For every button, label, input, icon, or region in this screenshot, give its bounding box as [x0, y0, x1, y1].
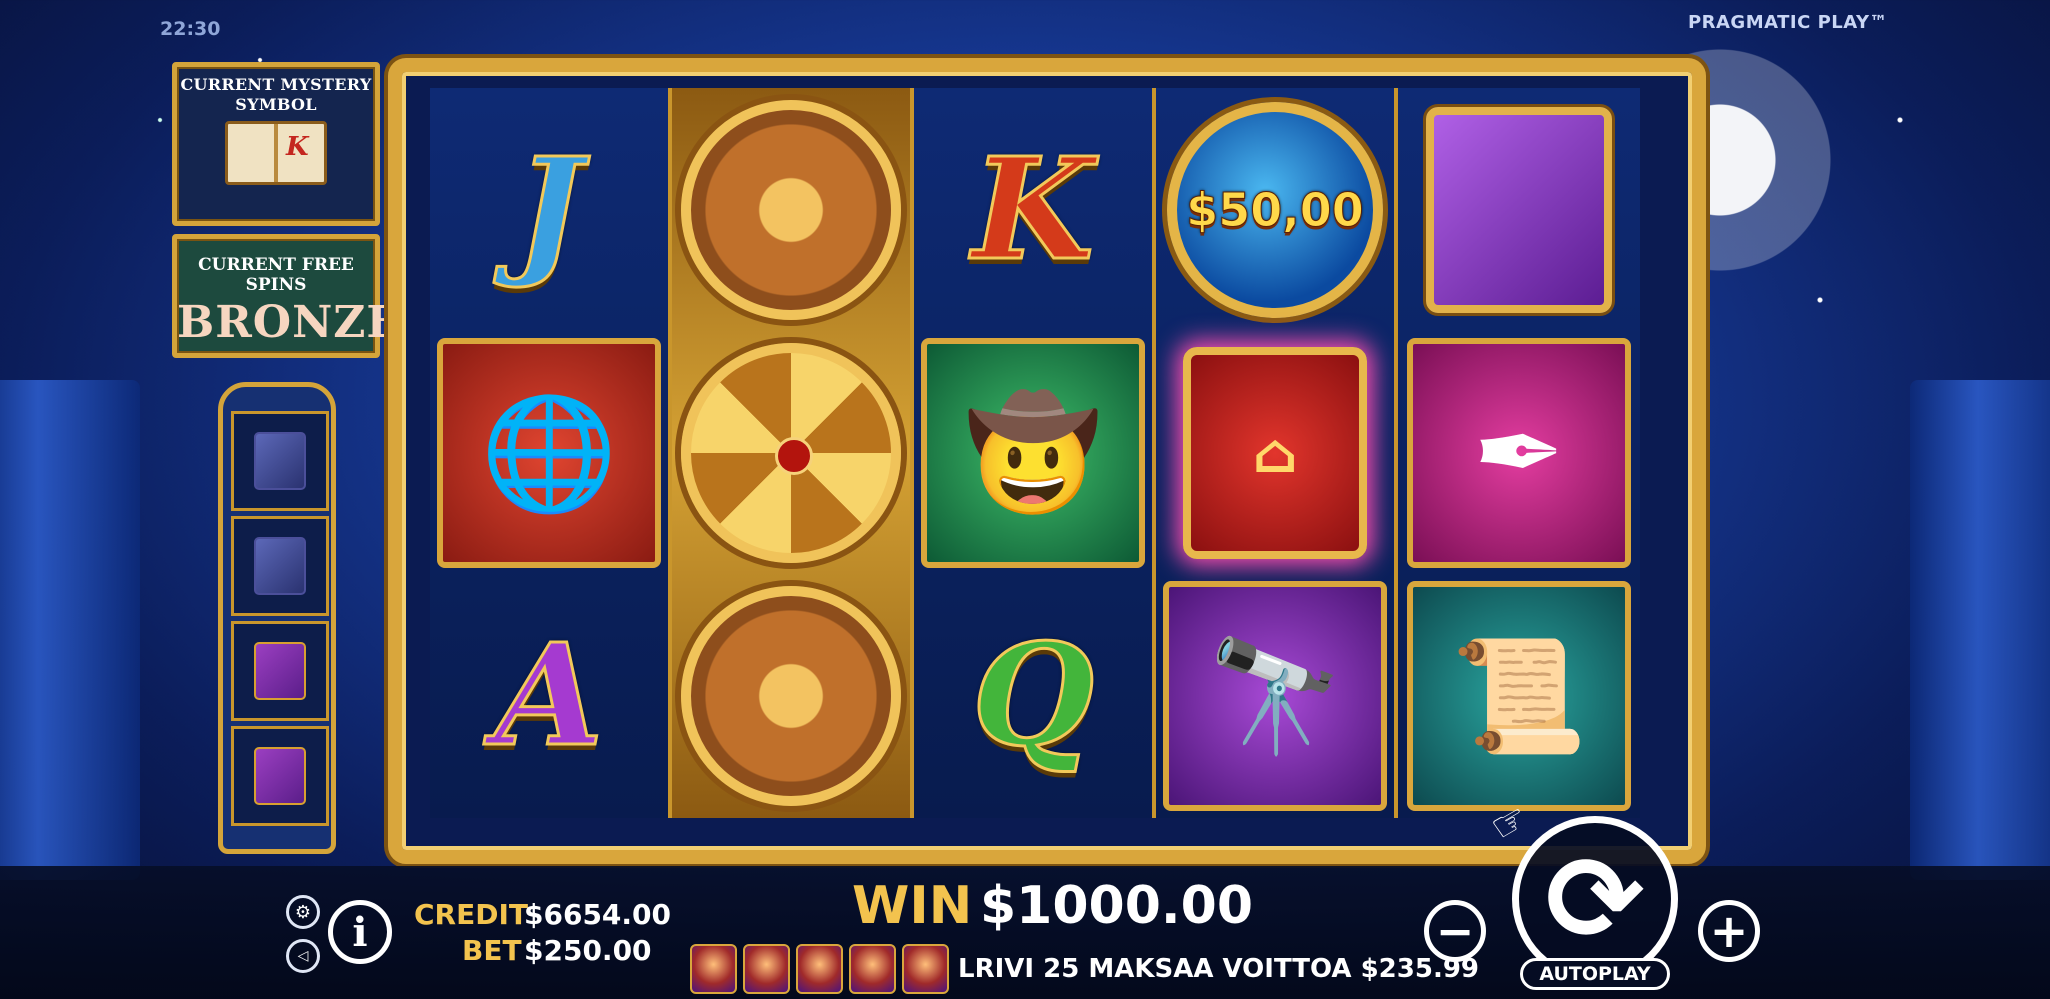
armillary-sphere-icon: 🌐	[437, 337, 661, 568]
left-pillar	[0, 380, 140, 880]
reel-3-cell-3: Q	[914, 575, 1152, 818]
reel-2-cell-3	[672, 575, 910, 818]
winning-symbols	[690, 944, 949, 994]
quill-inkwell-icon: ✒	[1407, 337, 1631, 568]
reel-4-cell-3: 🔭	[1156, 575, 1394, 818]
line-win-text: LRIVI 25 MAKSAA VOITTOA $235.99	[958, 954, 1480, 984]
tower-slot-3	[231, 621, 329, 721]
autoplay-button[interactable]: AUTOPLAY	[1520, 958, 1670, 990]
book-blue-icon	[254, 432, 306, 490]
reel-1: J 🌐 A	[430, 88, 672, 818]
compass-star-icon	[681, 342, 901, 563]
clock: 22:30	[160, 18, 221, 40]
book-blue-icon	[254, 537, 306, 595]
reel-5-cell-1	[1398, 88, 1640, 331]
book-gold-icon	[254, 642, 306, 700]
reel-4: $50,00 ⌂ 🔭	[1156, 88, 1398, 818]
reel-4-cell-2: ⌂	[1156, 331, 1394, 574]
reel-5-cell-3: 📜	[1398, 575, 1640, 818]
wolf-symbol-icon	[690, 944, 737, 994]
symbol-q: Q	[971, 614, 1096, 779]
reel-3-cell-2: 🤠	[914, 331, 1152, 574]
credit-value: $6654.00	[524, 898, 672, 931]
red-book-icon: ⌂	[1183, 346, 1367, 559]
telescope-icon: 🔭	[1163, 581, 1387, 812]
spin-arrows-icon: ⟳	[1545, 830, 1645, 968]
mystery-book-icon: K	[225, 121, 327, 185]
win-value: $1000.00	[980, 876, 1254, 936]
reel-3: K 🤠 Q	[914, 88, 1156, 818]
free-spins-panel: CURRENT FREE SPINS BRONZE	[172, 234, 401, 358]
reel-1-cell-1: J	[430, 88, 668, 331]
reel-1-cell-3: A	[430, 575, 668, 818]
compass-icon	[681, 586, 901, 807]
reel-5-cell-2: ✒	[1398, 331, 1640, 574]
money-coin-icon: $50,00	[1167, 101, 1383, 318]
reel-3-cell-1: K	[914, 88, 1152, 331]
wolf-symbol-icon	[902, 944, 949, 994]
symbol-a: A	[493, 614, 605, 779]
symbol-j: J	[514, 127, 583, 292]
book-gold-icon	[254, 747, 306, 805]
collection-tower	[218, 382, 336, 854]
mystery-symbol-title: CURRENT MYSTERY SYMBOL	[180, 75, 372, 114]
bet-value: $250.00	[524, 934, 652, 967]
bet-label: BET	[462, 934, 522, 967]
coin-value: $50,00	[1186, 182, 1365, 237]
sound-icon[interactable]: ◁	[286, 939, 320, 973]
right-pillar	[1910, 380, 2050, 880]
free-spins-level: BRONZE	[177, 297, 401, 348]
reel-2-cell-2	[672, 331, 910, 574]
info-button[interactable]: i	[328, 900, 392, 964]
tower-slot-4	[231, 726, 329, 826]
settings-gear-icon[interactable]: ⚙	[286, 895, 320, 929]
decrease-bet-button[interactable]: −	[1424, 900, 1486, 962]
explorer-icon: 🤠	[921, 337, 1145, 568]
tower-slot-2	[231, 516, 329, 616]
symbol-k: K	[971, 127, 1096, 292]
tower-slot-1	[231, 411, 329, 511]
wolf-symbol-icon	[796, 944, 843, 994]
mystery-symbol-letter: K	[286, 132, 309, 162]
treasure-map-icon: 📜	[1407, 581, 1631, 812]
win-label: WIN	[852, 876, 973, 936]
increase-bet-button[interactable]: +	[1698, 900, 1760, 962]
reel-5: ✒ 📜	[1398, 88, 1640, 818]
wolf-symbol-icon	[743, 944, 790, 994]
brand-logo: PRAGMATIC PLAY™	[1687, 12, 1888, 33]
reel-2-cell-1	[672, 88, 910, 331]
free-spins-title: CURRENT FREE SPINS	[198, 255, 354, 295]
compass-icon	[681, 99, 901, 320]
purple-book-icon	[1426, 106, 1612, 313]
reel-grid: J 🌐 A K 🤠 Q $50,00 ⌂ 🔭 ✒ 📜	[430, 88, 1640, 818]
reel-1-cell-2: 🌐	[430, 331, 668, 574]
reel-2	[672, 88, 914, 818]
mystery-symbol-panel: CURRENT MYSTERY SYMBOL K	[172, 62, 380, 226]
credit-label: CREDIT	[414, 898, 528, 931]
reel-4-cell-1: $50,00	[1156, 88, 1394, 331]
wolf-symbol-icon	[849, 944, 896, 994]
